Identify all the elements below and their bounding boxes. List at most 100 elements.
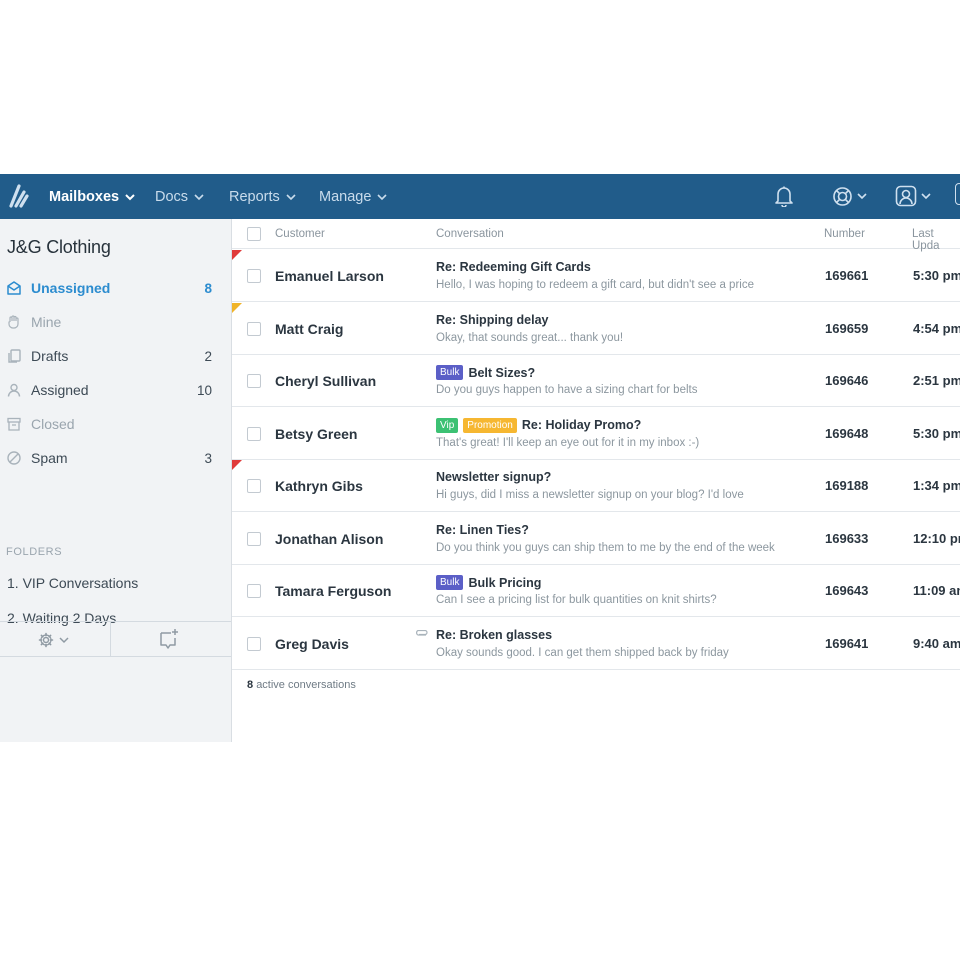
row-checkbox[interactable] [247,374,261,388]
folder-vip-conversations[interactable]: 1. VIP Conversations [7,575,138,591]
conversation-subject: Bulk Pricing [468,575,542,590]
sidebar-item-label: Assigned [31,382,89,398]
last-updated-time: 2:51 pm [913,373,960,388]
new-conversation-icon[interactable] [159,628,179,650]
tag-badge[interactable]: Vip [436,417,459,433]
conversation-number: 169661 [825,268,869,283]
column-header-number[interactable]: Number [824,228,865,240]
row-checkbox[interactable] [247,636,261,651]
sidebar-item-unassigned[interactable]: Unassigned 8 [0,274,231,302]
tag-badge[interactable]: Bulk [436,575,464,590]
nav-manage-label: Manage [319,188,372,205]
chevron-down-icon [286,193,296,200]
conversation-preview: Okay sounds good. I can get them shipped… [436,646,729,659]
sidebar-item-spam[interactable]: Spam 3 [0,444,231,472]
conversation-number: 169641 [825,635,869,651]
folders-heading: FOLDERS [6,546,63,558]
conversation-number: 169643 [825,583,869,598]
active-count-number: 8 [247,679,254,691]
row-checkbox[interactable] [247,269,261,283]
notifications-button[interactable] [774,183,794,209]
conversation-preview: Hello, I was hoping to redeem a gift car… [436,279,754,291]
sidebar-item-closed[interactable]: Closed [0,410,231,438]
last-updated-time: 12:10 pm [913,530,960,546]
chevron-down-icon [125,193,135,200]
nav-docs[interactable]: Docs [155,174,204,219]
conversation-subject-line: Re: Linen Ties? [436,523,529,537]
column-header-conversation[interactable]: Conversation [436,228,504,240]
conversation-subject: Re: Redeeming Gift Cards [436,260,591,274]
conversation-preview: Can I see a pricing list for bulk quanti… [436,594,717,606]
mailbox-settings-button[interactable] [38,630,74,650]
chevron-down-icon [921,193,931,200]
bell-icon [775,186,793,207]
table-row[interactable]: Cheryl Sullivan Bulk Belt Sizes? Do you guy… [232,355,960,407]
row-checkbox[interactable] [247,584,261,598]
table-row[interactable]: Tamara Ferguson Bulk Bulk Pricing Can I see… [232,565,960,617]
logo-icon[interactable] [8,184,30,208]
table-row[interactable]: Kathryn Gibs Newsletter signup? Hi guys, d… [232,460,960,512]
conversation-subject-line: Re: Broken glasses [436,628,552,642]
sidebar-item-assigned[interactable]: Assigned 10 [0,376,231,404]
row-checkbox[interactable] [247,479,261,493]
conversation-subject-line: Re: Redeeming Gift Cards [436,260,591,274]
table-header: Customer Conversation Number Last Upda [232,219,960,252]
sidebar-item-drafts[interactable]: Drafts 2 [0,342,231,370]
customer-name: Cheryl Sullivan [275,373,377,389]
row-checkbox[interactable] [247,531,261,546]
customer-name: Betsy Green [275,425,358,442]
sidebar-item-label: Unassigned [31,280,111,296]
row-checkbox[interactable] [247,321,261,336]
sidebar-item-count: 8 [204,280,212,296]
table-row[interactable]: Greg Davis Re: Broken glasses Okay sounds … [232,618,960,670]
customer-name: Emanuel Larson [275,268,384,284]
table-row[interactable]: Emanuel Larson Re: Redeeming Gift Cards He… [232,250,960,302]
nav-manage[interactable]: Manage [319,174,387,219]
sidebar-item-label: Mine [31,314,62,330]
table-row[interactable]: Betsy Green Vip Promotion Re: Holiday Promo… [232,408,960,460]
sidebar-item-count: 2 [204,348,212,364]
conversation-subject-line: Newsletter signup? [436,470,551,484]
sidebar-item-mine[interactable]: Mine [0,308,231,336]
select-all-checkbox[interactable] [247,227,261,241]
sidebar-item-label: Drafts [31,348,69,364]
conversation-preview: Do you think you guys can ship them to m… [436,541,775,554]
last-updated-time: 1:34 pm [913,478,960,493]
sidebar-item-count: 10 [196,382,212,398]
nav-reports-label: Reports [229,188,280,205]
profile-menu-button[interactable] [895,183,931,209]
table-row[interactable]: Jonathan Alison Re: Linen Ties? Do you thi… [232,513,960,565]
footer-divider [110,622,111,657]
user-avatar-icon [895,185,917,207]
top-navigation-bar: Mailboxes Docs Reports Manage [0,174,960,219]
conversation-subject: Newsletter signup? [436,470,552,484]
column-header-customer[interactable]: Customer [275,228,325,240]
customer-name: Tamara Ferguson [275,583,392,599]
chevron-down-icon [377,193,387,200]
gear-icon [38,632,54,648]
table-row[interactable]: Matt Craig Re: Shipping delay Okay, that s… [232,302,960,355]
column-header-last-updated[interactable]: Last Upda [912,228,960,252]
more-menu-button[interactable] [955,183,960,205]
conversation-subject: Re: Holiday Promo? [521,418,642,432]
conversation-subject-line: Vip Promotion Re: Holiday Promo? [436,417,642,433]
last-updated-time: 4:54 pm [913,320,960,336]
conversation-preview: Do you guys happen to have a sizing char… [436,384,698,396]
tag-badge[interactable]: Bulk [436,365,464,380]
priority-flag-icon [232,302,242,313]
help-desk-app: Mailboxes Docs Reports Manage J&G Clothi… [0,174,960,742]
conversation-subject-line: Bulk Belt Sizes? [436,365,535,380]
last-updated-time: 5:30 pm [913,268,960,283]
row-checkbox[interactable] [247,426,261,441]
archive-icon [7,417,21,431]
help-menu-button[interactable] [832,183,867,209]
conversation-number: 169659 [825,320,869,336]
nav-mailboxes[interactable]: Mailboxes [49,174,135,219]
last-updated-time: 9:40 am [913,635,960,651]
last-updated-time: 5:30 pm [913,425,960,441]
conversation-list: Customer Conversation Number Last Upda E… [232,219,960,742]
nav-reports[interactable]: Reports [229,174,296,219]
chevron-down-icon [857,193,867,200]
conversation-preview: Hi guys, did I miss a newsletter signup … [436,489,744,501]
tag-badge[interactable]: Promotion [463,417,517,433]
